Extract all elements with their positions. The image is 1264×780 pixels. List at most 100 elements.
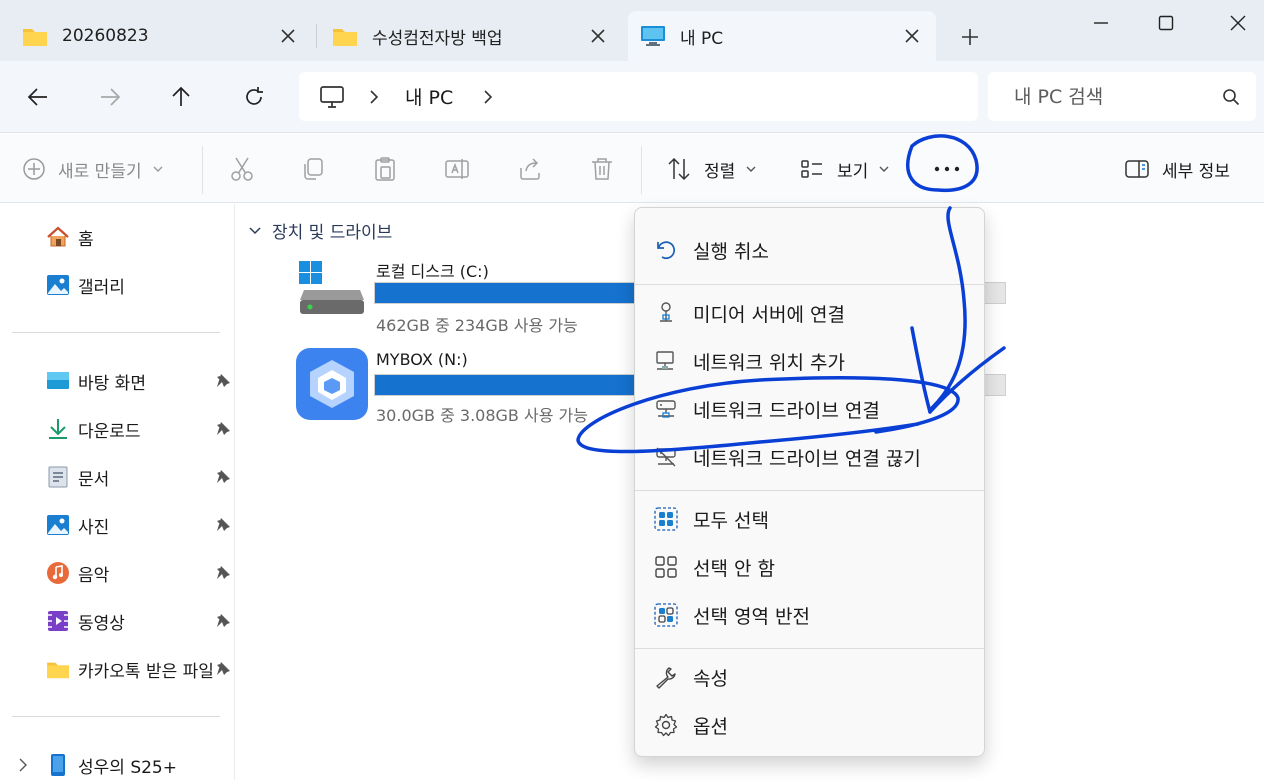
paste-button[interactable] [372, 152, 398, 186]
music-icon [46, 561, 70, 585]
tab-divider [316, 24, 317, 48]
map-network-drive-icon [653, 397, 679, 421]
sidebar-item-label: 사진 [78, 517, 110, 538]
sidebar-item-pictures[interactable]: 사진 [46, 508, 232, 542]
menu-item-add-network-location[interactable]: 네트워크 위치 추가 [639, 339, 980, 383]
menu-item-media-server[interactable]: 미디어 서버에 연결 [639, 291, 980, 335]
menu-item-map-network-drive[interactable]: 네트워크 드라이브 연결 [639, 387, 980, 431]
menu-item-select-all[interactable]: 모두 선택 [639, 497, 980, 541]
refresh-icon [246, 87, 263, 105]
chevron-down-icon [249, 226, 261, 234]
menu-item-label: 선택 안 함 [693, 557, 775, 580]
sidebar-item-downloads[interactable]: 다운로드 [46, 412, 232, 446]
tab-backup[interactable]: 수성컴전자방 백업 [320, 11, 622, 61]
more-options-button[interactable] [930, 152, 964, 186]
menu-item-label: 속성 [693, 667, 728, 690]
back-button[interactable] [20, 79, 56, 115]
menu-item-disconnect-network-drive[interactable]: 네트워크 드라이브 연결 끊기 [639, 435, 980, 479]
pin-icon[interactable] [214, 372, 232, 390]
plus-icon [962, 29, 978, 45]
details-pane-icon [1125, 160, 1149, 178]
share-button[interactable] [517, 152, 543, 186]
copy-button[interactable] [300, 152, 326, 186]
delete-button[interactable] [589, 152, 615, 186]
sidebar-divider [12, 332, 220, 333]
sidebar-item-desktop[interactable]: 바탕 화면 [46, 364, 232, 398]
menu-item-label: 실행 취소 [693, 240, 769, 263]
tab-this-pc[interactable]: 내 PC [628, 11, 936, 61]
close-icon[interactable] [588, 26, 608, 46]
sidebar-item-music[interactable]: 음악 [46, 556, 232, 590]
sidebar-item-gallery[interactable]: 갤러리 [46, 268, 232, 302]
tab-20260823[interactable]: 20260823 [0, 11, 312, 61]
mybox-cube-icon [296, 348, 368, 420]
new-tab-button[interactable] [955, 22, 985, 52]
refresh-button[interactable] [236, 79, 272, 115]
close-icon[interactable] [902, 26, 922, 46]
minimize-button[interactable] [1081, 8, 1121, 38]
forward-button[interactable] [92, 79, 128, 115]
menu-item-undo[interactable]: 실행 취소 [639, 228, 980, 272]
group-label: 장치 및 드라이브 [272, 223, 393, 243]
share-icon [520, 158, 540, 180]
chevron-right-icon[interactable] [367, 89, 381, 104]
sidebar-item-kakaotalk-folder[interactable]: 카카오톡 받은 파일 [46, 652, 232, 686]
pin-icon[interactable] [214, 660, 232, 678]
menu-item-invert-selection[interactable]: 선택 영역 반전 [639, 593, 980, 637]
network-location-icon [653, 349, 679, 373]
details-label: 세부 정보 [1162, 161, 1230, 182]
folder-icon [46, 657, 70, 681]
chevron-right-icon[interactable] [481, 89, 495, 104]
search-input[interactable] [1014, 85, 1222, 108]
drive-size-text: 30.0GB 중 3.08GB 사용 가능 [376, 406, 588, 425]
sidebar-item-label: 음악 [78, 565, 110, 586]
close-window-button[interactable] [1218, 8, 1258, 38]
sidebar-item-documents[interactable]: 문서 [46, 460, 232, 494]
group-header-devices[interactable]: 장치 및 드라이브 [248, 218, 392, 243]
gear-icon [653, 713, 679, 737]
close-icon[interactable] [278, 26, 298, 46]
pin-icon[interactable] [214, 468, 232, 486]
navigation-pane: 홈 갤러리 바탕 화면 다운로드 문서 사진 음악 동영상 카카오톡 받은 파일 [0, 204, 235, 780]
disconnect-network-drive-icon [653, 445, 679, 469]
address-bar[interactable]: 내 PC [299, 72, 978, 121]
menu-item-options[interactable]: 옵션 [639, 703, 980, 747]
view-label: 보기 [837, 161, 869, 182]
invert-selection-icon [653, 603, 679, 627]
undo-icon [653, 238, 679, 262]
search-icon[interactable] [1222, 88, 1240, 106]
document-icon [46, 465, 70, 489]
cut-button[interactable] [229, 152, 255, 186]
details-pane-button[interactable]: 세부 정보 [1124, 152, 1230, 186]
up-button[interactable] [163, 79, 199, 115]
title-bar: 20260823 수성컴전자방 백업 내 PC [0, 0, 1264, 61]
new-button[interactable]: 새로 만들기 [22, 152, 164, 186]
view-button[interactable]: 보기 [799, 152, 890, 186]
pin-icon[interactable] [214, 516, 232, 534]
menu-item-label: 네트워크 드라이브 연결 [693, 399, 880, 422]
menu-item-properties[interactable]: 속성 [639, 655, 980, 699]
folder-icon [333, 29, 357, 46]
minimize-icon [1094, 22, 1108, 24]
menu-divider [635, 490, 984, 491]
sidebar-item-phone[interactable]: 성우의 S25+ [16, 748, 226, 780]
select-all-icon [653, 507, 679, 531]
pin-icon[interactable] [214, 564, 232, 582]
arrow-up-icon [172, 86, 190, 106]
rename-icon [445, 159, 469, 179]
menu-item-select-none[interactable]: 선택 안 함 [639, 545, 980, 589]
navigation-bar: 내 PC [0, 61, 1264, 133]
close-icon [1230, 15, 1246, 31]
sidebar-item-home[interactable]: 홈 [46, 220, 232, 254]
sort-button[interactable]: 정렬 [666, 152, 757, 186]
sidebar-divider [12, 716, 220, 717]
pin-icon[interactable] [214, 612, 232, 630]
breadcrumb[interactable]: 내 PC [405, 83, 453, 110]
maximize-button[interactable] [1146, 8, 1186, 38]
rename-button[interactable] [444, 152, 470, 186]
sidebar-item-videos[interactable]: 동영상 [46, 604, 232, 638]
pin-icon[interactable] [214, 420, 232, 438]
scissors-icon [231, 157, 253, 181]
download-icon [46, 417, 70, 441]
chevron-right-icon[interactable] [16, 758, 30, 772]
